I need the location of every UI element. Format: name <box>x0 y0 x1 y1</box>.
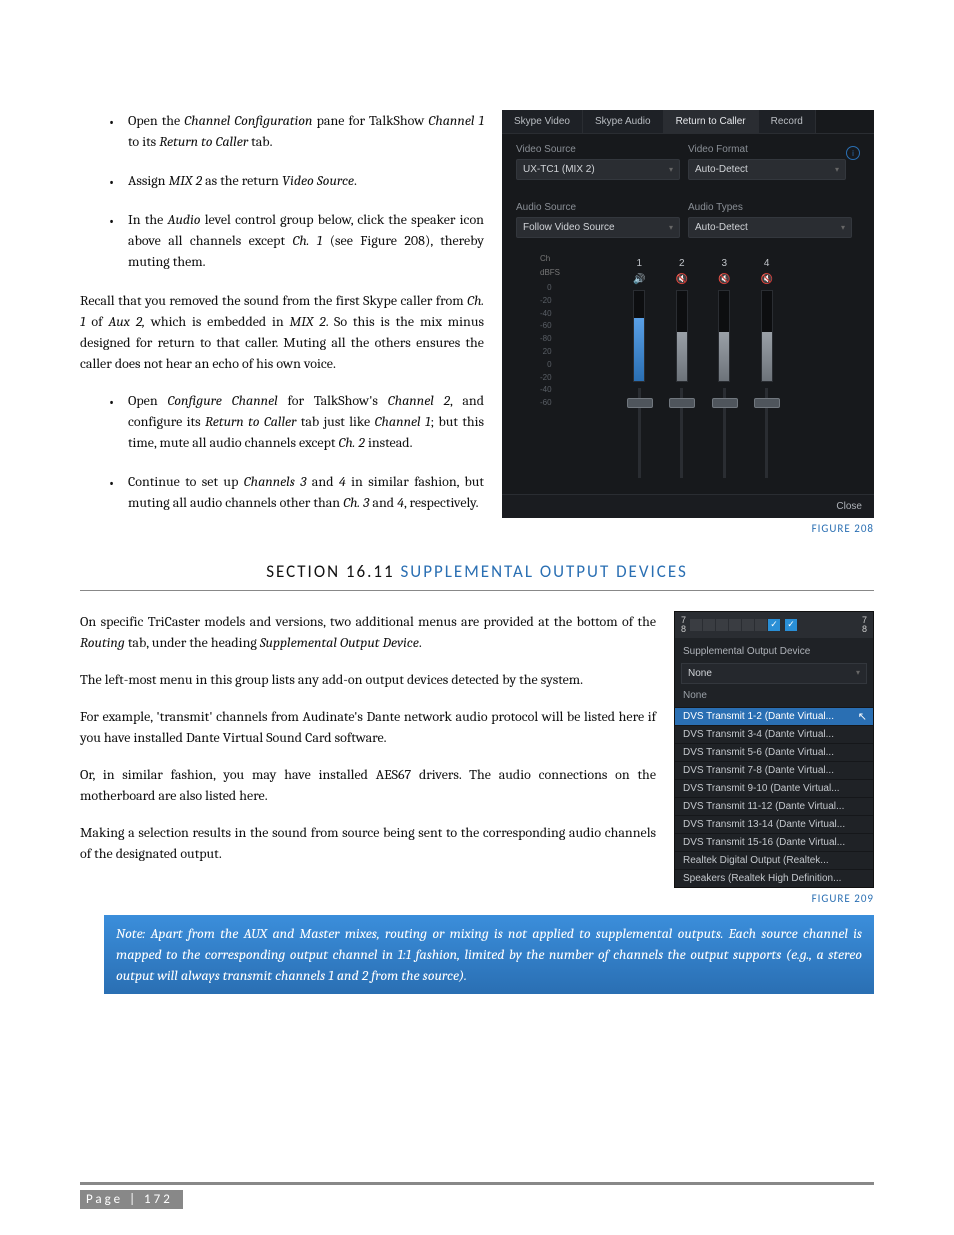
device-list-item[interactable]: DVS Transmit 5-6 (Dante Virtual... <box>675 743 873 761</box>
db-scale: 0-20-40-60-80200-20-40-60 <box>540 282 552 410</box>
figure-209: 78 ✓ ✓ 78 Supplemental Output Device Non… <box>674 611 874 905</box>
bullet-list-1: Open the Channel Configuration pane for … <box>80 110 484 272</box>
level-meter <box>676 290 688 382</box>
figure-208-caption: FIGURE 208 <box>502 522 874 535</box>
level-meter <box>761 290 773 382</box>
panel-tab[interactable]: Skype Audio <box>583 110 664 133</box>
note-box: Note: Apart from the AUX and Master mixe… <box>104 915 874 994</box>
mute-icon[interactable]: 🔇 <box>760 274 772 286</box>
chevron-down-icon: ▾ <box>841 223 845 232</box>
bullet-list-2: Open Configure Channel for TalkShow's Ch… <box>80 390 484 513</box>
gain-slider[interactable] <box>765 388 768 478</box>
channel-number: 4 <box>764 258 770 270</box>
close-button[interactable]: Close <box>502 494 874 518</box>
paragraph: For example, 'transmit' channels from Au… <box>80 706 656 748</box>
channel-number: 1 <box>637 258 643 270</box>
audio-source-label: Audio Source <box>516 202 688 213</box>
none-option[interactable]: None <box>675 688 873 707</box>
gain-slider[interactable] <box>680 388 683 478</box>
supplemental-dropdown[interactable]: None▾ <box>681 663 867 684</box>
horizontal-rule <box>80 590 874 591</box>
audio-types-dropdown[interactable]: Auto-Detect▾ <box>688 217 852 238</box>
mute-icon[interactable]: 🔇 <box>718 274 730 286</box>
device-list-item[interactable]: DVS Transmit 9-10 (Dante Virtual... <box>675 779 873 797</box>
channel-num-right: 78 <box>862 616 867 634</box>
level-meter <box>718 290 730 382</box>
slider-thumb[interactable] <box>754 398 780 408</box>
paragraph-recall: Recall that you removed the sound from t… <box>80 290 484 374</box>
section-heading: SECTION 16.11 SUPPLEMENTAL OUTPUT DEVICE… <box>80 561 874 582</box>
channel-toggle[interactable]: ✓ <box>768 619 780 631</box>
paragraph: On specific TriCaster models and version… <box>80 611 656 653</box>
bullet: Assign MIX 2 as the return Video Source. <box>128 170 484 191</box>
slider-thumb[interactable] <box>627 398 653 408</box>
device-list-item[interactable]: Speakers (Realtek High Definition... <box>675 869 873 887</box>
gain-slider[interactable] <box>638 388 641 478</box>
slider-thumb[interactable] <box>712 398 738 408</box>
gain-slider[interactable] <box>723 388 726 478</box>
video-source-label: Video Source <box>516 144 688 155</box>
device-list-item[interactable]: DVS Transmit 15-16 (Dante Virtual... <box>675 833 873 851</box>
audio-types-label: Audio Types <box>688 202 860 213</box>
channel-toggle[interactable]: ✓ <box>785 619 797 631</box>
device-list-item[interactable]: DVS Transmit 3-4 (Dante Virtual... <box>675 725 873 743</box>
panel-tab[interactable]: Skype Video <box>502 110 583 133</box>
chevron-down-icon: ▾ <box>835 165 839 174</box>
video-format-label: Video Format <box>688 144 860 155</box>
bullet: Continue to set up Channels 3 and 4 in s… <box>128 471 484 513</box>
chevron-down-icon: ▾ <box>669 223 673 232</box>
paragraph: The left-most menu in this group lists a… <box>80 669 656 690</box>
channel-num-left: 78 <box>681 616 686 634</box>
bullet: In the Audio level control group below, … <box>128 209 484 272</box>
footer-rule <box>80 1182 874 1185</box>
device-list-item[interactable]: DVS Transmit 13-14 (Dante Virtual... <box>675 815 873 833</box>
speaker-icon[interactable]: 🔊 <box>633 274 645 286</box>
level-meter <box>633 290 645 382</box>
device-list-item[interactable]: DVS Transmit 11-12 (Dante Virtual... <box>675 797 873 815</box>
bullet: Open Configure Channel for TalkShow's Ch… <box>128 390 484 453</box>
chevron-down-icon: ▾ <box>856 668 860 679</box>
panel-tab[interactable]: Record <box>759 110 816 133</box>
paragraph: Or, in similar fashion, you may have ins… <box>80 764 656 806</box>
audio-source-dropdown[interactable]: Follow Video Source▾ <box>516 217 680 238</box>
paragraph: Making a selection results in the sound … <box>80 822 656 864</box>
slider-thumb[interactable] <box>669 398 695 408</box>
mute-icon[interactable]: 🔇 <box>676 274 688 286</box>
supplemental-heading: Supplemental Output Device <box>675 638 873 663</box>
device-list-item[interactable]: DVS Transmit 1-2 (Dante Virtual...↖ <box>675 707 873 725</box>
chevron-down-icon: ▾ <box>669 165 673 174</box>
figure-208: Skype VideoSkype AudioReturn to CallerRe… <box>502 110 874 535</box>
channel-number: 2 <box>679 258 685 270</box>
bullet: Open the Channel Configuration pane for … <box>128 110 484 152</box>
figure-209-caption: FIGURE 209 <box>674 892 874 905</box>
device-list-item[interactable]: DVS Transmit 7-8 (Dante Virtual... <box>675 761 873 779</box>
channel-number: 3 <box>721 258 727 270</box>
page-footer: Page | 172 <box>80 1190 183 1209</box>
video-source-dropdown[interactable]: UX-TC1 (MIX 2)▾ <box>516 159 680 180</box>
device-list-item[interactable]: Realtek Digital Output (Realtek... <box>675 851 873 869</box>
info-icon[interactable]: i <box>846 146 860 160</box>
panel-tab[interactable]: Return to Caller <box>664 110 759 133</box>
video-format-dropdown[interactable]: Auto-Detect▾ <box>688 159 846 180</box>
cursor-icon: ↖ <box>858 710 867 723</box>
